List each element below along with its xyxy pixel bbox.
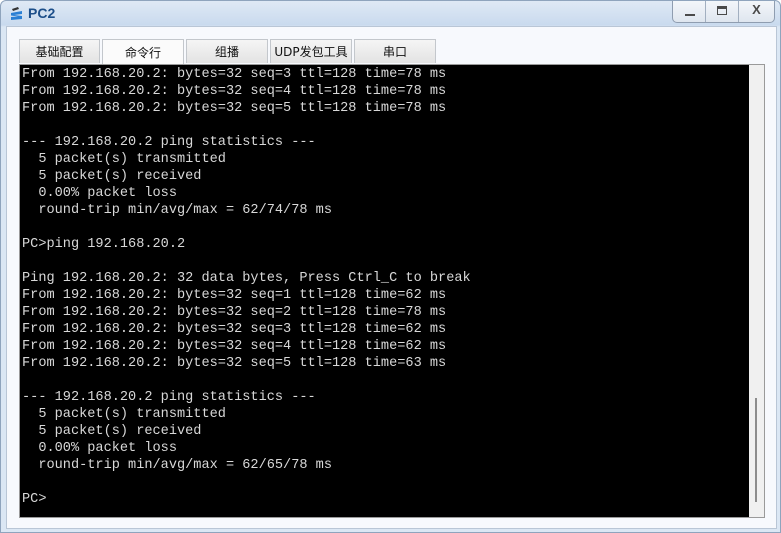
minimize-button[interactable] <box>673 1 706 22</box>
terminal-line: PC> <box>22 492 47 507</box>
minimize-icon <box>685 14 695 16</box>
window-controls: X <box>672 1 775 23</box>
tab-basic-config[interactable]: 基础配置 <box>19 39 100 63</box>
tab-serial[interactable]: 串口 <box>354 39 436 63</box>
terminal-line: From 192.168.20.2: bytes=32 seq=3 ttl=12… <box>22 322 447 337</box>
scrollbar-thumb[interactable] <box>755 398 757 502</box>
terminal-line: --- 192.168.20.2 ping statistics --- <box>22 390 316 405</box>
terminal-line: round-trip min/avg/max = 62/65/78 ms <box>22 458 332 473</box>
window-title: PC2 <box>28 5 56 21</box>
close-icon: X <box>752 2 761 17</box>
terminal-line: 5 packet(s) transmitted <box>22 152 226 167</box>
client-area: 基础配置 命令行 组播 UDP发包工具 串口 From 192.168.20.2… <box>6 26 777 529</box>
tab-bar: 基础配置 命令行 组播 UDP发包工具 串口 <box>19 39 438 64</box>
terminal-line: 5 packet(s) received <box>22 424 202 439</box>
terminal-line: From 192.168.20.2: bytes=32 seq=3 ttl=12… <box>22 67 447 82</box>
terminal-line: From 192.168.20.2: bytes=32 seq=4 ttl=12… <box>22 339 447 354</box>
terminal-line: From 192.168.20.2: bytes=32 seq=5 ttl=12… <box>22 356 447 371</box>
terminal-scrollbar[interactable] <box>749 64 765 518</box>
terminal-line: From 192.168.20.2: bytes=32 seq=2 ttl=12… <box>22 305 447 320</box>
terminal-line: 0.00% packet loss <box>22 186 177 201</box>
terminal-line: 5 packet(s) transmitted <box>22 407 226 422</box>
close-button[interactable]: X <box>739 1 774 22</box>
tab-multicast[interactable]: 组播 <box>186 39 268 63</box>
ensp-pc-icon <box>11 7 22 20</box>
tab-label: 命令行 <box>124 45 161 60</box>
terminal-line: From 192.168.20.2: bytes=32 seq=5 ttl=12… <box>22 101 447 116</box>
terminal-line: Ping 192.168.20.2: 32 data bytes, Press … <box>22 271 471 286</box>
tab-label: 串口 <box>382 45 407 59</box>
tab-label: 基础配置 <box>35 45 84 59</box>
maximize-button[interactable] <box>706 1 739 22</box>
tab-udp-tool[interactable]: UDP发包工具 <box>270 39 352 63</box>
tab-label: 组播 <box>214 45 239 59</box>
maximize-icon <box>717 6 727 15</box>
terminal-line: --- 192.168.20.2 ping statistics --- <box>22 135 316 150</box>
tab-command-line[interactable]: 命令行 <box>102 39 184 64</box>
terminal-line: round-trip min/avg/max = 62/74/78 ms <box>22 203 332 218</box>
terminal-line: 0.00% packet loss <box>22 441 177 456</box>
terminal-line: PC>ping 192.168.20.2 <box>22 237 186 252</box>
pc2-window: PC2 X 基础配置 命令行 组播 UDP发包工具 串口 From 192.16… <box>0 0 781 533</box>
terminal-line: From 192.168.20.2: bytes=32 seq=1 ttl=12… <box>22 288 447 303</box>
terminal-lines: From 192.168.20.2: bytes=32 seq=3 ttl=12… <box>22 66 471 508</box>
title-bar[interactable]: PC2 X <box>1 1 780 27</box>
terminal-line: 5 packet(s) received <box>22 169 202 184</box>
terminal-output[interactable]: From 192.168.20.2: bytes=32 seq=3 ttl=12… <box>19 64 750 518</box>
terminal-line: From 192.168.20.2: bytes=32 seq=4 ttl=12… <box>22 84 447 99</box>
tab-label: UDP发包工具 <box>274 45 348 59</box>
